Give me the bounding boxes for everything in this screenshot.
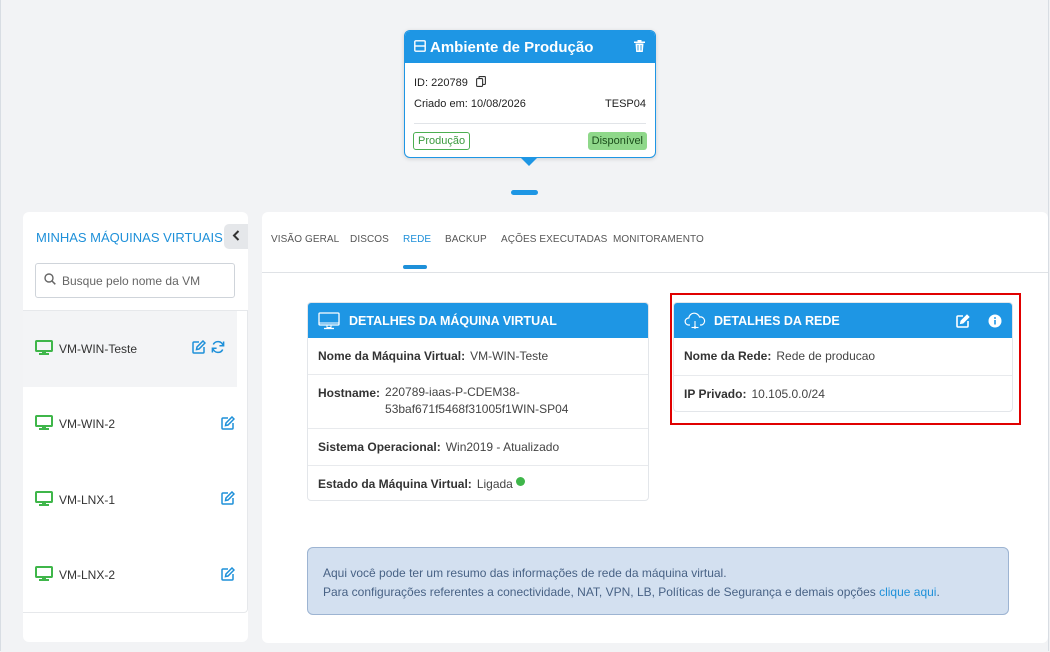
monitor-icon — [35, 490, 53, 509]
edit-icon[interactable] — [192, 340, 207, 357]
status-dot — [515, 477, 525, 486]
environment-id: ID: 220789 — [414, 76, 468, 89]
tab-bar: VISÃO GERAL DISCOS REDE BACKUP AÇÕES EXE… — [262, 212, 1048, 273]
vm-sidebar: MINHAS MÁQUINAS VIRTUAIS VM-WIN-Teste — [23, 212, 248, 642]
active-tab-indicator — [403, 265, 427, 269]
environment-created: Criado em: 10/08/2026 — [414, 97, 526, 110]
edit-icon[interactable] — [221, 566, 236, 584]
tab-visao-geral[interactable]: VISÃO GERAL — [271, 234, 339, 245]
os-row: Sistema Operacional: Win2019 - Atualizad… — [308, 429, 648, 466]
edit-icon[interactable] — [221, 491, 236, 508]
search-icon — [44, 273, 56, 288]
monitor-icon — [35, 415, 53, 433]
vm-list-item-vm-lnx-2[interactable]: VM-LNX-2 — [23, 538, 247, 614]
monitor-icon — [35, 339, 53, 358]
vm-details-card: DETALHES DA MÁQUINA VIRTUAL Nome da Máqu… — [307, 302, 649, 501]
trash-icon[interactable] — [634, 39, 645, 55]
status-badge: Disponível — [587, 132, 647, 150]
chevron-left-icon — [232, 229, 240, 244]
highlight-annotation — [670, 293, 1021, 425]
environment-title: Ambiente de Produção — [430, 38, 594, 56]
tab-acoes-executadas[interactable]: AÇÕES EXECUTADAS — [501, 234, 607, 245]
copy-icon[interactable] — [475, 75, 486, 90]
collapse-sidebar-button[interactable] — [224, 224, 248, 249]
click-here-link[interactable]: clique aqui — [879, 585, 936, 599]
vm-list-item-vm-win-2[interactable]: VM-WIN-2 — [23, 387, 247, 463]
tab-monitoramento[interactable]: MONITORAMENTO — [613, 234, 704, 245]
monitor-icon — [318, 311, 340, 330]
vm-name: VM-WIN-Teste — [59, 341, 137, 356]
hostname-row: Hostname: 220789-iaas-P-CDEM38- 53baf671… — [308, 375, 648, 429]
info-line-2: Para configurações referentes a conectiv… — [323, 585, 876, 599]
vm-name-row: Nome da Máquina Virtual: VM-WIN-Teste — [308, 338, 648, 375]
tab-rede[interactable]: REDE — [403, 234, 431, 245]
card-pointer — [521, 158, 537, 166]
vm-name: VM-WIN-2 — [59, 417, 115, 432]
environment-card[interactable]: Ambiente de Produção ID: 220789 Criado e… — [404, 30, 656, 158]
environment-card-header: Ambiente de Produção — [405, 31, 655, 63]
search-input[interactable] — [62, 273, 222, 288]
tab-backup[interactable]: BACKUP — [445, 234, 487, 245]
vm-name: VM-LNX-1 — [59, 492, 116, 507]
search-box — [35, 263, 235, 298]
carousel-indicator[interactable] — [511, 190, 538, 195]
info-line-1: Aqui você pode ter um resumo das informa… — [323, 566, 727, 580]
vm-name: VM-LNX-2 — [59, 568, 116, 583]
edit-icon[interactable] — [221, 415, 236, 433]
monitor-icon — [35, 566, 53, 584]
environment-type-badge: Produção — [413, 132, 471, 150]
sidebar-title: MINHAS MÁQUINAS VIRTUAIS — [36, 230, 223, 245]
network-info-alert: Aqui você pode ter um resumo das informa… — [307, 547, 1009, 615]
vm-details-title: DETALHES DA MÁQUINA VIRTUAL — [349, 313, 557, 328]
refresh-icon[interactable] — [211, 340, 225, 357]
vm-list: VM-WIN-Teste VM-WIN-2 VM-LNX-1 VM-LNX-2 — [23, 310, 248, 613]
server-icon — [414, 39, 426, 55]
vm-list-item-vm-win-teste[interactable]: VM-WIN-Teste — [23, 311, 237, 387]
tab-discos[interactable]: DISCOS — [350, 234, 389, 245]
state-row: Estado da Máquina Virtual: Ligada — [308, 466, 648, 501]
vm-details-header: DETALHES DA MÁQUINA VIRTUAL — [308, 303, 648, 338]
environment-code: TESP04 — [605, 97, 646, 110]
vm-list-item-vm-lnx-1[interactable]: VM-LNX-1 — [23, 462, 247, 538]
